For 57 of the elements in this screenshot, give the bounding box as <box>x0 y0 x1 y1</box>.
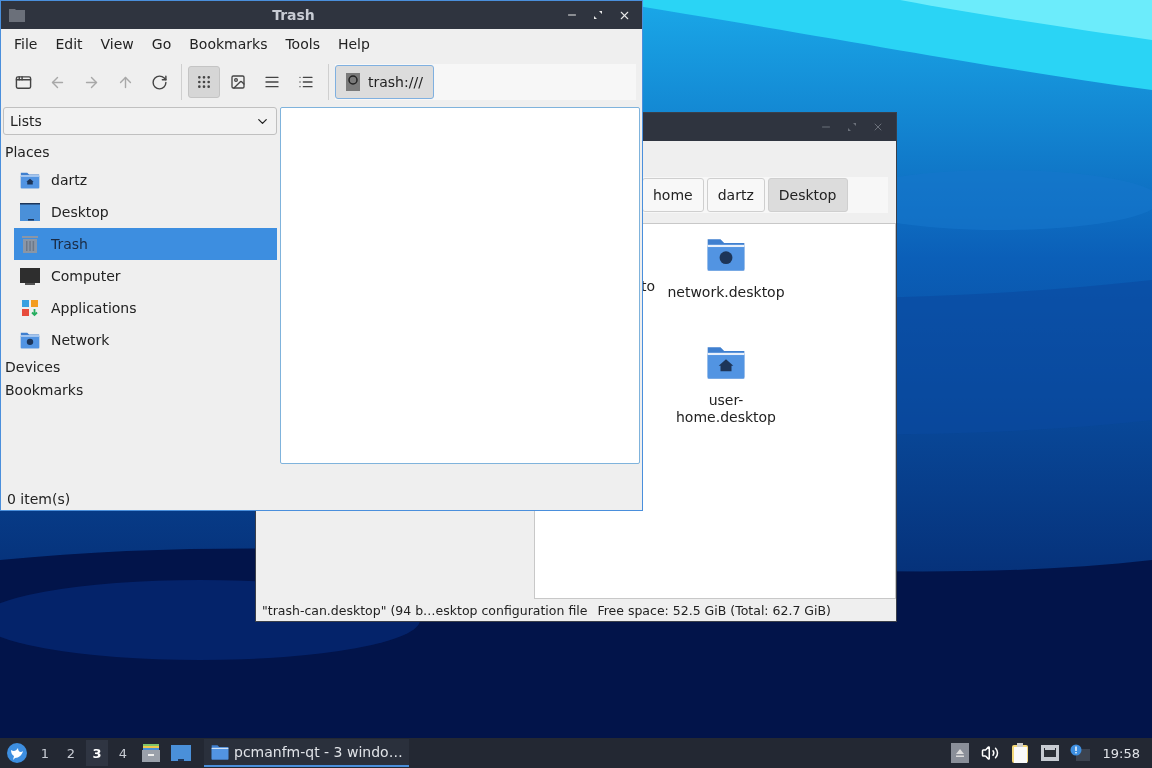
menu-item[interactable]: Tools <box>276 32 329 56</box>
sidebar-item[interactable]: Trash <box>14 228 277 260</box>
file-name[interactable]: user-home.desktop <box>666 392 786 426</box>
notification-icon <box>1069 744 1090 762</box>
window-title: Trash <box>271 7 316 23</box>
folder-icon <box>9 8 25 22</box>
desktop-icon <box>19 201 41 223</box>
workspace-button[interactable]: 4 <box>112 740 134 766</box>
sidebar-item[interactable]: Network <box>14 324 277 356</box>
new-tab-icon <box>14 73 32 91</box>
section-header[interactable]: Devices <box>3 356 277 379</box>
menu-item[interactable]: Bookmarks <box>180 32 277 56</box>
workspace-button[interactable]: 2 <box>60 740 82 766</box>
path-button[interactable]: trash:/// <box>335 65 434 99</box>
workspace-button[interactable]: 3 <box>86 740 108 766</box>
section-header[interactable]: Bookmarks <box>3 379 277 402</box>
volume-icon <box>980 744 999 762</box>
file-name[interactable]: network.desktop <box>667 284 785 301</box>
path-button[interactable]: Desktop <box>767 178 848 212</box>
menu-item[interactable]: Go <box>142 32 181 56</box>
side-pane-dropdown[interactable]: Lists <box>3 107 277 135</box>
desktop-icon <box>170 743 192 763</box>
sidebar-item[interactable]: dartz <box>14 164 277 196</box>
status-text: "trash-can.desktop" (94 b…esktop configuration file <box>262 602 588 618</box>
maximize-icon <box>847 122 857 132</box>
menu-item[interactable]: Edit <box>46 32 92 56</box>
status-text: 0 item(s) <box>7 491 71 507</box>
image-icon <box>230 74 246 90</box>
folder-icon <box>210 742 230 762</box>
monitor-icon <box>19 265 41 287</box>
list-icon <box>298 74 314 90</box>
maximize-icon <box>593 10 603 20</box>
sidebar-item[interactable]: Desktop <box>14 196 277 228</box>
network-port-icon <box>1039 744 1060 762</box>
workspace-button[interactable]: 1 <box>34 740 56 766</box>
start-menu-button[interactable] <box>4 740 30 766</box>
clipboard-icon <box>1010 742 1029 764</box>
eject-icon <box>950 743 969 763</box>
file-cabinet-icon <box>140 742 162 764</box>
reload-icon <box>150 73 168 91</box>
lines-icon <box>264 74 280 90</box>
close-icon <box>872 121 884 133</box>
applications-icon <box>19 297 41 319</box>
grid-icon <box>196 74 212 90</box>
menu-item[interactable]: File <box>5 32 47 56</box>
icon-view-button[interactable] <box>188 66 220 98</box>
sidebar-item[interactable]: Applications <box>14 292 277 324</box>
menu-item[interactable]: View <box>91 32 143 56</box>
section-header[interactable]: Places <box>3 141 277 164</box>
path-button[interactable]: home <box>642 178 704 212</box>
status-text: Free space: 52.5 GiB (Total: 62.7 GiB) <box>597 602 831 618</box>
sidebar-item[interactable]: Computer <box>14 260 277 292</box>
task-button[interactable]: pcmanfm-qt - 3 windo… <box>204 739 409 767</box>
path-button[interactable]: dartz <box>706 178 765 212</box>
clock[interactable]: 19:58 <box>1096 745 1148 761</box>
bird-logo-icon <box>6 742 28 764</box>
menu-item[interactable]: Help <box>328 32 379 56</box>
